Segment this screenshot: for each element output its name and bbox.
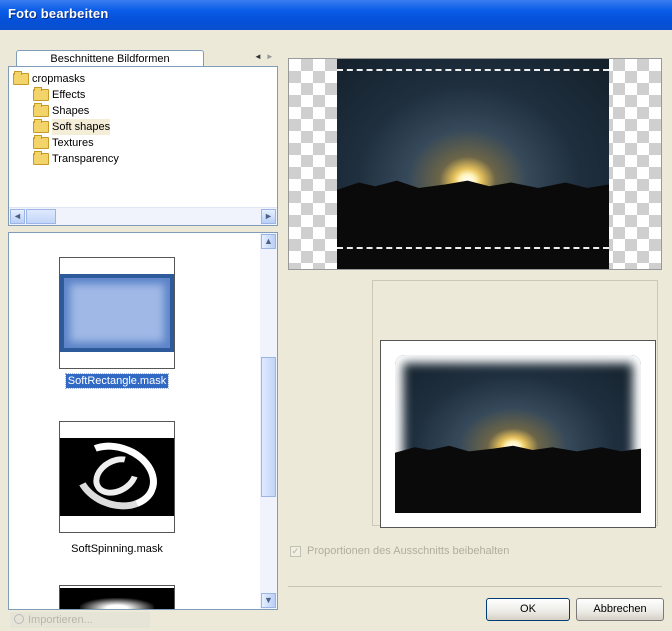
tab-cropped-shapes[interactable]: Beschnittene Bildformen (16, 50, 204, 67)
crop-line-top[interactable] (337, 69, 609, 71)
tree-horizontal-scrollbar[interactable]: ◄ ► (9, 207, 277, 225)
result-photo (395, 355, 641, 513)
folder-icon (13, 71, 29, 85)
crop-preview[interactable] (288, 58, 662, 270)
keep-proportions-label: Proportionen des Ausschnitts beibehalten (307, 545, 510, 557)
mask-thumbnail-soft-rectangle[interactable] (59, 257, 175, 369)
mask-preview-frame (60, 588, 174, 609)
tree-item-label: Soft shapes (52, 119, 111, 135)
folder-icon (33, 103, 49, 117)
scroll-thumb[interactable] (261, 357, 276, 497)
tree-root[interactable]: cropmasks (13, 71, 85, 87)
checkbox-icon[interactable]: ✓ (290, 545, 301, 557)
window-title: Foto bearbeiten (8, 6, 109, 21)
tree-item-label: Effects (52, 89, 86, 101)
tree-item-shapes[interactable]: Shapes (33, 103, 89, 119)
mask-list-vertical-scrollbar[interactable]: ▲ ▼ (260, 233, 277, 609)
mask-label-text: SoftRectangle.mask (64, 373, 170, 389)
folder-icon (33, 135, 49, 149)
import-button[interactable]: Importieren... (10, 612, 150, 628)
tree-item-label: Transparency (52, 153, 119, 165)
chevron-down-icon[interactable]: ▼ (261, 593, 276, 608)
tree-item-soft-shapes[interactable]: Soft shapes (33, 119, 111, 135)
mask-preview-fill (64, 278, 170, 348)
chevron-up-icon[interactable]: ▲ (261, 234, 276, 249)
cancel-button[interactable]: Abbrechen (576, 598, 664, 621)
source-photo (337, 59, 609, 269)
tree-root-label: cropmasks (32, 73, 86, 85)
ok-button[interactable]: OK (486, 598, 570, 621)
chevron-left-icon[interactable]: ◄ (10, 209, 25, 224)
folder-tree: cropmasks Effects Shapes Soft shapes Tex… (8, 66, 278, 226)
button-divider (288, 586, 662, 587)
mountain-silhouette (395, 445, 641, 513)
mask-preview-glow (80, 598, 154, 609)
folder-icon (33, 119, 49, 133)
mask-preview-frame (60, 438, 174, 516)
chevron-right-icon[interactable]: ► (266, 52, 274, 61)
chevron-right-icon[interactable]: ► (261, 209, 276, 224)
mask-label[interactable]: SoftSpinning.mask (29, 543, 205, 555)
chevron-left-icon[interactable]: ◄ (254, 52, 262, 61)
tree-item-effects[interactable]: Effects (33, 87, 85, 103)
tree-item-transparency[interactable]: Transparency (33, 151, 119, 167)
tab-strip: Beschnittene Bildformen ◄ ► (8, 42, 278, 67)
scroll-thumb[interactable] (26, 209, 56, 224)
mask-preview-frame (60, 274, 174, 352)
folder-icon (33, 87, 49, 101)
import-button-label: Importieren... (28, 614, 93, 626)
mask-list: SoftRectangle.mask SoftSpinning.mask ▲ ▼ (8, 232, 278, 610)
tree-item-textures[interactable]: Textures (33, 135, 94, 151)
folder-icon (33, 151, 49, 165)
mask-thumbnail-soft-spinning[interactable] (59, 421, 175, 533)
mask-label[interactable]: SoftRectangle.mask (29, 373, 205, 389)
tree-item-label: Shapes (52, 105, 90, 117)
mask-label-text: SoftSpinning.mask (71, 543, 163, 555)
tree-item-label: Textures (52, 137, 94, 149)
mountain-silhouette (337, 180, 609, 269)
result-preview (380, 340, 656, 528)
crop-line-bottom[interactable] (337, 247, 609, 249)
keep-proportions-option[interactable]: ✓ Proportionen des Ausschnitts beibehalt… (290, 544, 509, 558)
tab-scroll-arrows: ◄ ► (254, 50, 278, 64)
mask-thumbnail-partial[interactable] (59, 585, 175, 609)
import-icon (14, 614, 24, 624)
title-bar: Foto bearbeiten (0, 0, 672, 30)
